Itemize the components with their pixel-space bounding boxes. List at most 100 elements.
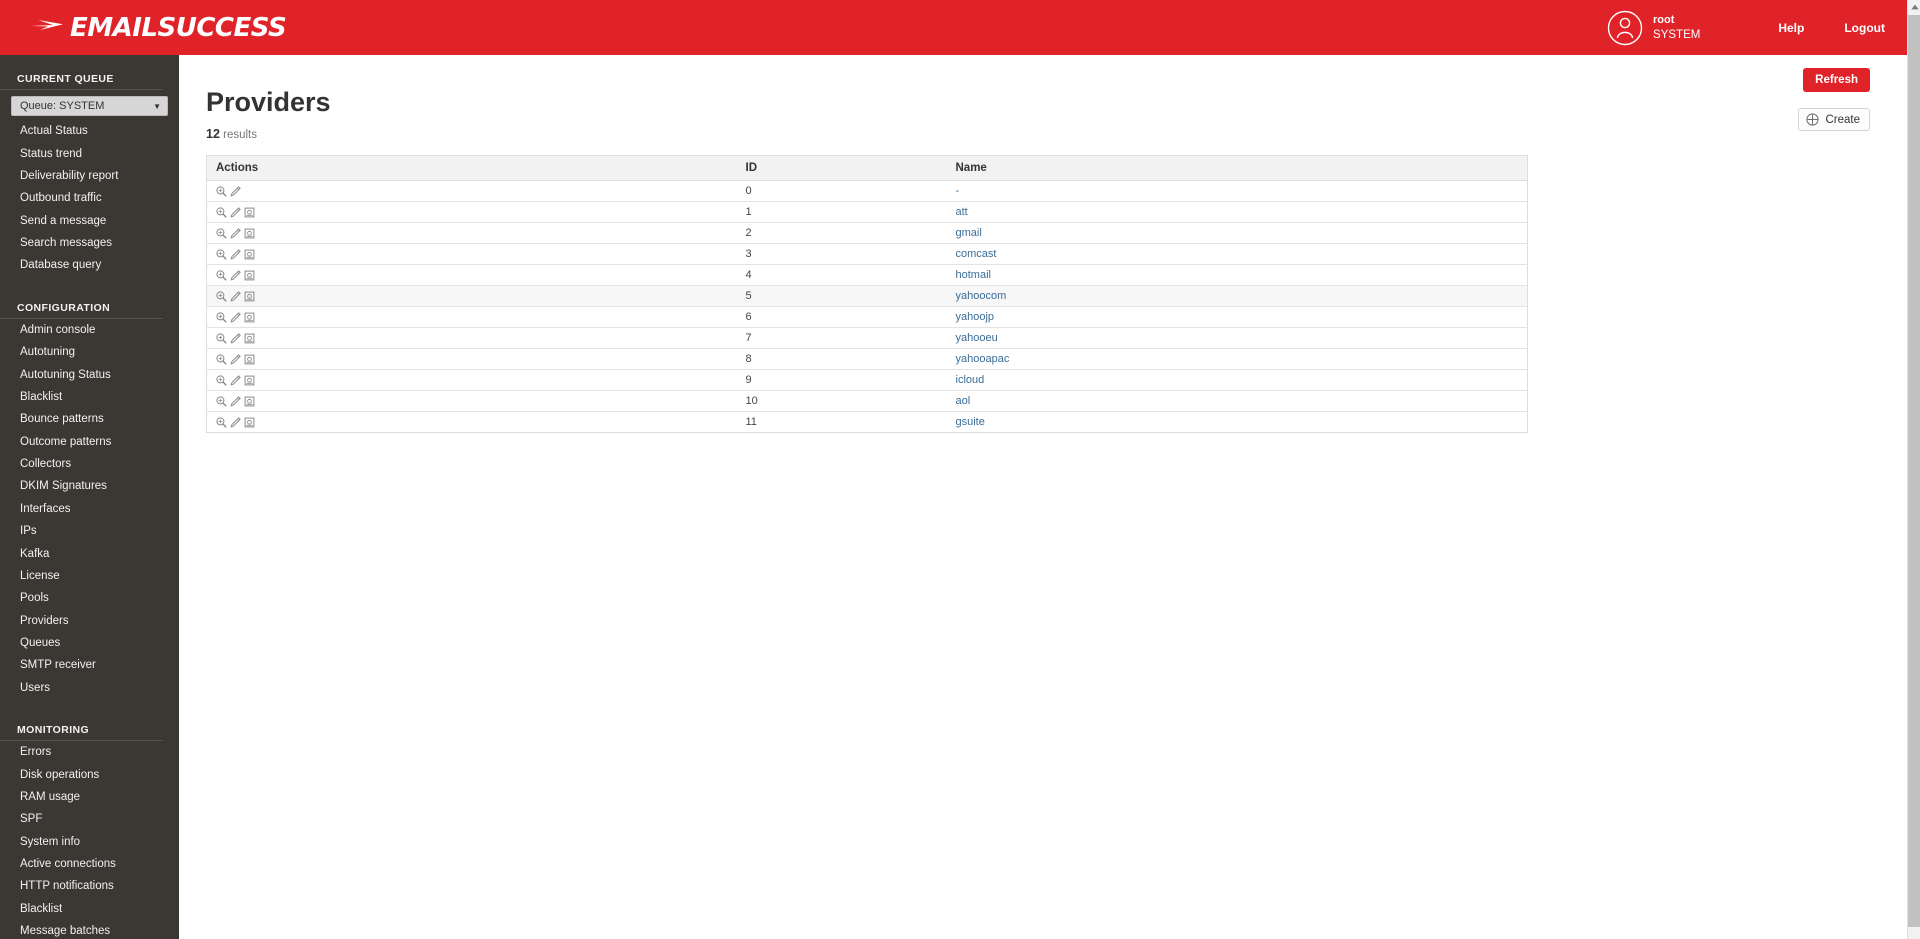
pencil-icon[interactable] [230, 290, 241, 302]
archive-icon[interactable] [244, 270, 255, 281]
column-header-name[interactable]: Name [946, 155, 1528, 181]
table-row[interactable]: 3 comcast [206, 243, 1528, 265]
sidebar-item-autotuning[interactable]: Autotuning [0, 341, 179, 363]
sidebar-item-dkim-signatures[interactable]: DKIM Signatures [0, 475, 179, 497]
provider-name-link[interactable]: yahooeu [956, 332, 998, 344]
archive-icon[interactable] [244, 249, 255, 260]
magnifier-icon[interactable] [216, 248, 227, 260]
create-button[interactable]: Create [1798, 108, 1870, 131]
pencil-icon[interactable] [230, 332, 241, 344]
provider-name-link[interactable]: icloud [956, 374, 985, 386]
sidebar-item-blacklist[interactable]: Blacklist [0, 386, 179, 408]
sidebar-item-admin-console[interactable]: Admin console [0, 319, 179, 341]
help-link[interactable]: Help [1778, 21, 1804, 35]
archive-icon[interactable] [244, 207, 255, 218]
scrollbar-thumb[interactable] [1908, 15, 1920, 927]
pencil-icon[interactable] [230, 269, 241, 281]
logout-link[interactable]: Logout [1844, 21, 1885, 35]
table-row[interactable]: 8 yahooapac [206, 348, 1528, 370]
sidebar-item-disk-operations[interactable]: Disk operations [0, 763, 179, 785]
archive-icon[interactable] [244, 312, 255, 323]
sidebar-item-send-a-message[interactable]: Send a message [0, 210, 179, 232]
magnifier-icon[interactable] [216, 227, 227, 239]
table-row[interactable]: 9 icloud [206, 369, 1528, 391]
sidebar-item-active-connections[interactable]: Active connections [0, 853, 179, 875]
pencil-icon[interactable] [230, 185, 241, 197]
magnifier-icon[interactable] [216, 206, 227, 218]
sidebar-item-outcome-patterns[interactable]: Outcome patterns [0, 431, 179, 453]
magnifier-icon[interactable] [216, 395, 227, 407]
sidebar-item-autotuning-status[interactable]: Autotuning Status [0, 363, 179, 385]
archive-icon[interactable] [244, 354, 255, 365]
sidebar-item-errors[interactable]: Errors [0, 741, 179, 763]
pencil-icon[interactable] [230, 374, 241, 386]
sidebar-item-message-batches[interactable]: Message batches [0, 920, 179, 939]
pencil-icon[interactable] [230, 353, 241, 365]
archive-icon[interactable] [244, 417, 255, 428]
archive-icon[interactable] [244, 228, 255, 239]
table-row[interactable]: 6 yahoojp [206, 306, 1528, 328]
pencil-icon[interactable] [230, 395, 241, 407]
column-header-actions[interactable]: Actions [206, 155, 737, 181]
table-row[interactable]: 0- [206, 180, 1528, 202]
sidebar-item-ram-usage[interactable]: RAM usage [0, 786, 179, 808]
sidebar-item-queues[interactable]: Queues [0, 632, 179, 654]
magnifier-icon[interactable] [216, 269, 227, 281]
magnifier-icon[interactable] [216, 311, 227, 323]
magnifier-icon[interactable] [216, 290, 227, 302]
sidebar-item-database-query[interactable]: Database query [0, 254, 179, 276]
sidebar-item-smtp-receiver[interactable]: SMTP receiver [0, 654, 179, 676]
magnifier-icon[interactable] [216, 416, 227, 428]
table-row[interactable]: 7 yahooeu [206, 327, 1528, 349]
table-row[interactable]: 11 gsuite [207, 412, 1528, 433]
archive-icon[interactable] [244, 333, 255, 344]
sidebar-item-http-notifications[interactable]: HTTP notifications [0, 875, 179, 897]
provider-name-link[interactable]: yahoojp [956, 311, 995, 323]
sidebar-item-interfaces[interactable]: Interfaces [0, 498, 179, 520]
sidebar-item-spf[interactable]: SPF [0, 808, 179, 830]
sidebar-item-search-messages[interactable]: Search messages [0, 232, 179, 254]
user-avatar-icon[interactable] [1607, 10, 1643, 46]
pencil-icon[interactable] [230, 311, 241, 323]
provider-name-link[interactable]: - [956, 185, 960, 197]
provider-name-link[interactable]: gmail [956, 227, 982, 239]
provider-name-link[interactable]: aol [956, 395, 971, 407]
sidebar-item-kafka[interactable]: Kafka [0, 542, 179, 564]
column-header-id[interactable]: ID [736, 155, 947, 181]
provider-name-link[interactable]: hotmail [956, 269, 991, 281]
sidebar-item-collectors[interactable]: Collectors [0, 453, 179, 475]
magnifier-icon[interactable] [216, 185, 227, 197]
provider-name-link[interactable]: yahooapac [956, 353, 1010, 365]
sidebar-item-status-trend[interactable]: Status trend [0, 142, 179, 164]
sidebar-item-blacklist[interactable]: Blacklist [0, 898, 179, 920]
magnifier-icon[interactable] [216, 332, 227, 344]
table-row[interactable]: 2 gmail [206, 222, 1528, 244]
pencil-icon[interactable] [230, 248, 241, 260]
archive-icon[interactable] [244, 396, 255, 407]
sidebar-item-ips[interactable]: IPs [0, 520, 179, 542]
sidebar-item-license[interactable]: License [0, 565, 179, 587]
queue-select-dropdown[interactable]: Queue: SYSTEM ▼ [11, 96, 168, 116]
table-row[interactable]: 1 att [206, 201, 1528, 223]
provider-name-link[interactable]: yahoocom [956, 290, 1007, 302]
refresh-button[interactable]: Refresh [1803, 68, 1870, 92]
sidebar-item-bounce-patterns[interactable]: Bounce patterns [0, 408, 179, 430]
sidebar-item-deliverability-report[interactable]: Deliverability report [0, 165, 179, 187]
archive-icon[interactable] [244, 291, 255, 302]
sidebar-item-outbound-traffic[interactable]: Outbound traffic [0, 187, 179, 209]
scroll-up-arrow-icon[interactable] [1908, 0, 1920, 14]
archive-icon[interactable] [244, 375, 255, 386]
table-row[interactable]: 10 aol [206, 390, 1528, 412]
magnifier-icon[interactable] [216, 374, 227, 386]
provider-name-link[interactable]: att [956, 206, 968, 218]
brand-logo[interactable]: EMAILSUCCESS [30, 0, 287, 55]
sidebar-item-users[interactable]: Users [0, 677, 179, 699]
table-row[interactable]: 4 hotmail [206, 264, 1528, 286]
magnifier-icon[interactable] [216, 353, 227, 365]
pencil-icon[interactable] [230, 416, 241, 428]
sidebar-item-actual-status[interactable]: Actual Status [0, 120, 179, 142]
provider-name-link[interactable]: comcast [956, 248, 997, 260]
sidebar-item-pools[interactable]: Pools [0, 587, 179, 609]
page-scrollbar[interactable] [1907, 0, 1920, 939]
sidebar-item-system-info[interactable]: System info [0, 831, 179, 853]
